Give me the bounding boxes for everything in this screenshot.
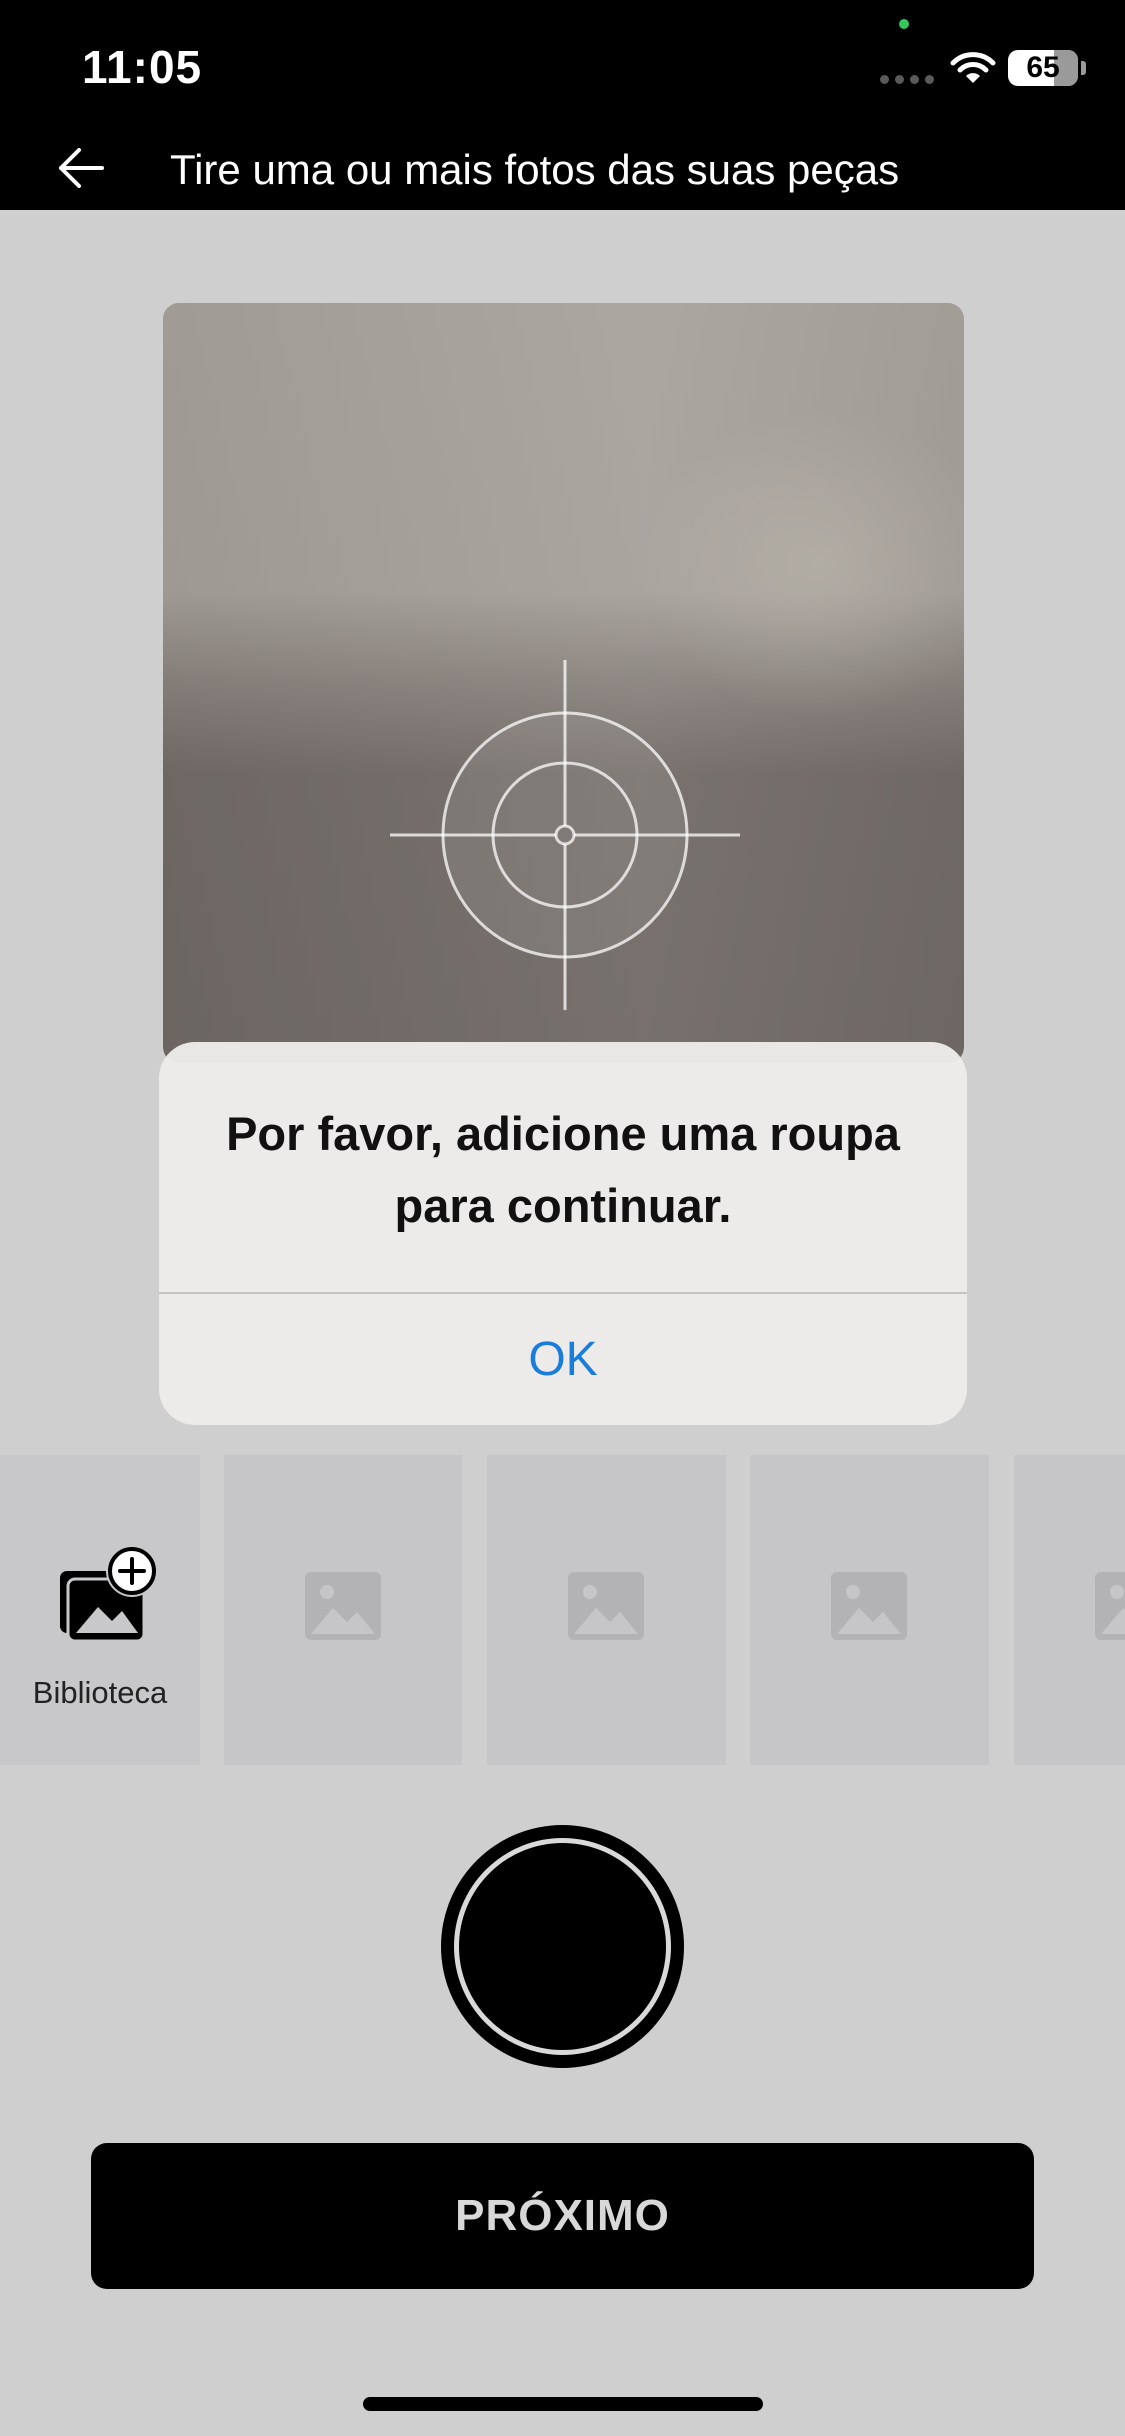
thumbnail-strip[interactable]: Biblioteca [0, 1455, 1125, 1765]
wifi-icon [950, 52, 996, 83]
home-indicator[interactable] [363, 2397, 763, 2411]
header-bar: Tire uma ou mais fotos das suas peças [0, 136, 1125, 210]
shutter-button[interactable] [441, 1825, 684, 2068]
signal-icon [880, 75, 936, 85]
shutter-icon [454, 1838, 671, 2055]
back-button[interactable] [40, 136, 120, 200]
alert-message: Por favor, adicione uma roupa para conti… [226, 1107, 900, 1232]
image-placeholder-icon [1095, 1572, 1125, 1640]
next-button[interactable]: PRÓXIMO [91, 2143, 1034, 2289]
add-photo-icon [60, 1545, 158, 1643]
library-button[interactable]: Biblioteca [0, 1455, 200, 1765]
image-placeholder-icon [305, 1572, 381, 1640]
photo-slot[interactable] [1014, 1455, 1125, 1765]
battery-icon: 65 [1008, 50, 1078, 86]
camera-indicator-dot [899, 19, 909, 29]
photo-slot[interactable] [224, 1455, 462, 1765]
alert-dialog: Por favor, adicione uma roupa para conti… [159, 1042, 967, 1425]
library-label: Biblioteca [32, 1675, 168, 1710]
ok-button[interactable]: OK [159, 1294, 967, 1425]
image-placeholder-icon [568, 1572, 644, 1640]
image-placeholder-icon [831, 1572, 907, 1640]
status-time: 11:05 [82, 41, 203, 93]
battery-level: 65 [1026, 51, 1060, 84]
photo-slot[interactable] [750, 1455, 989, 1765]
status-bar: 11:05 65 [0, 0, 1125, 136]
page-title: Tire uma ou mais fotos das suas peças [170, 146, 900, 193]
photo-slot[interactable] [487, 1455, 726, 1765]
battery-tip [1081, 61, 1086, 75]
arrow-left-icon [59, 148, 104, 188]
camera-preview[interactable] [163, 303, 964, 1063]
focus-reticle-icon [390, 660, 740, 1010]
